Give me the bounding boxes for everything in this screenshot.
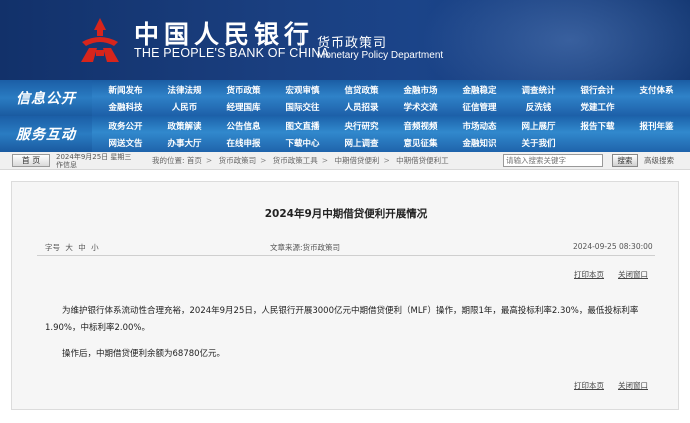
nav-item-financial-knowledge[interactable]: 金融知识: [450, 134, 509, 151]
search-button[interactable]: 搜索: [612, 154, 638, 167]
nav-item-payment[interactable]: 支付体系: [627, 81, 686, 98]
nav-item-party-building[interactable]: 党建工作: [568, 98, 627, 115]
nav-item-feedback[interactable]: 意见征集: [391, 134, 450, 151]
nav-info-disclosure: 信息公开 新闻发布 法律法规 货币政策 宏观审慎 信贷政策 金融市场 金融稳定 …: [0, 80, 690, 116]
nav-item-credit-reference[interactable]: 征信管理: [450, 98, 509, 115]
dept-name-cn: 货币政策司: [317, 36, 388, 51]
date-display: 2024年9月25日 星期三 作信息: [56, 153, 131, 169]
nav-item-international[interactable]: 国际交往: [273, 98, 332, 115]
date-line-2: 作信息: [56, 161, 77, 169]
breadcrumb-mlf[interactable]: 中期借贷便利: [334, 156, 379, 165]
nav-item-documents[interactable]: 网送文告: [96, 134, 155, 151]
advanced-search-link[interactable]: 高级搜索: [644, 155, 674, 166]
nav-title-service: 服务互动: [0, 116, 92, 152]
meta-divider: [37, 255, 655, 256]
nav-item-credit-policy[interactable]: 信贷政策: [332, 81, 391, 98]
search-input[interactable]: [503, 154, 603, 167]
breadcrumb-mlf-work[interactable]: 中期借贷便利工: [396, 156, 449, 165]
header-banner: 中国人民银行 THE PEOPLE'S BANK OF CHINA 货币政策司 …: [0, 0, 690, 80]
breadcrumb-tools[interactable]: 货币政策工具: [273, 156, 318, 165]
article-source: 文章来源:货币政策司: [270, 243, 341, 252]
nav-item-financial-stability[interactable]: 金融稳定: [450, 81, 509, 98]
nav-item-accounting[interactable]: 银行会计: [568, 81, 627, 98]
nav-title-info: 信息公开: [0, 80, 92, 116]
nav-item-policy-interpretation[interactable]: 政策解读: [155, 117, 214, 134]
nav-item-academic[interactable]: 学术交流: [391, 98, 450, 115]
nav-item-about-us[interactable]: 关于我们: [509, 134, 568, 151]
nav-item-rmb[interactable]: 人民币: [155, 98, 214, 115]
header-divider: [300, 32, 301, 58]
nav-item-live[interactable]: 图文直播: [273, 117, 332, 134]
nav-item-exhibition[interactable]: 网上展厅: [509, 117, 568, 134]
nav-service-grid: 政务公开 政策解读 公告信息 图文直播 央行研究 音频视频 市场动态 网上展厅 …: [96, 116, 690, 152]
nav-item-service-hall[interactable]: 办事大厅: [155, 134, 214, 151]
breadcrumb-bar: 首 页 2024年9月25日 星期三 作信息 我的位置: 首页 > 货币政策司 > …: [0, 152, 690, 170]
article-title: 2024年9月中期借贷便利开展情况: [264, 208, 428, 220]
article-actions-top: 打印本页 关闭窗口: [574, 269, 648, 280]
font-size-selector: 字号 大 中 小: [45, 242, 99, 253]
nav-item-research[interactable]: 央行研究: [332, 117, 391, 134]
nav-item-online-filing[interactable]: 在线申报: [214, 134, 273, 151]
print-link[interactable]: 打印本页: [574, 270, 604, 279]
article-meta: 字号 大 中 小 文章来源:货币政策司 2024-09-25 08:30:00: [12, 242, 680, 254]
nav-item-recruitment[interactable]: 人员招录: [332, 98, 391, 115]
article-timestamp: 2024-09-25 08:30:00: [573, 242, 653, 251]
nav-item-yearbook[interactable]: 报刊年鉴: [627, 117, 686, 134]
nav-item-announcements[interactable]: 公告信息: [214, 117, 273, 134]
breadcrumb-dept[interactable]: 货币政策司: [219, 156, 257, 165]
article-panel: 2024年9月中期借贷便利开展情况 字号 大 中 小 文章来源:货币政策司 20…: [11, 181, 679, 410]
nav-item-survey[interactable]: 网上调查: [332, 134, 391, 151]
location-label: 我的位置:: [152, 156, 185, 165]
breadcrumb: 我的位置: 首页 > 货币政策司 > 货币政策工具 > 中期借贷便利 > 中期借贷便利工: [152, 156, 449, 165]
nav-item-download-center[interactable]: 下载中心: [273, 134, 332, 151]
nav-item-aml[interactable]: 反洗钱: [509, 98, 568, 115]
nav-item-video[interactable]: 音频视频: [391, 117, 450, 134]
nav-info-grid: 新闻发布 法律法规 货币政策 宏观审慎 信贷政策 金融市场 金融稳定 调查统计 …: [96, 80, 690, 116]
nav-item-news[interactable]: 新闻发布: [96, 81, 155, 98]
nav-item-market-news[interactable]: 市场动态: [450, 117, 509, 134]
font-size-large[interactable]: 大: [65, 243, 73, 252]
home-button[interactable]: 首 页: [12, 154, 50, 167]
close-window-link[interactable]: 关闭窗口: [618, 381, 648, 390]
article-paragraph: 操作后，中期借贷便利余额为68780亿元。: [62, 349, 226, 359]
nav-item-monetary-policy[interactable]: 货币政策: [214, 81, 273, 98]
print-link[interactable]: 打印本页: [574, 381, 604, 390]
nav-service-interaction: 服务互动 政务公开 政策解读 公告信息 图文直播 央行研究 音频视频 市场动态 …: [0, 116, 690, 152]
nav-item-financial-market[interactable]: 金融市场: [391, 81, 450, 98]
close-window-link[interactable]: 关闭窗口: [618, 270, 648, 279]
nav-item-report-download[interactable]: 报告下载: [568, 117, 627, 134]
nav-item-government-affairs[interactable]: 政务公开: [96, 117, 155, 134]
article-actions-bottom: 打印本页 关闭窗口: [574, 380, 648, 391]
banner-glow: [420, 0, 690, 80]
date-line: 2024年9月25日 星期三: [56, 153, 132, 161]
font-size-label: 字号: [45, 243, 60, 252]
dept-name-en: Monetary Policy Department: [317, 50, 444, 61]
nav-item-treasury[interactable]: 经理国库: [214, 98, 273, 115]
article-body: 为维护银行体系流动性合理充裕，2024年9月25日，人民银行开展3000亿元中期…: [45, 303, 645, 363]
font-size-medium[interactable]: 中: [78, 243, 86, 252]
nav-item-laws[interactable]: 法律法规: [155, 81, 214, 98]
pboc-logo-icon: [81, 18, 119, 62]
article-paragraph: 为维护银行体系流动性合理充裕，2024年9月25日，人民银行开展3000亿元中期…: [45, 306, 639, 333]
breadcrumb-home[interactable]: 首页: [187, 156, 202, 165]
nav-item-fintech[interactable]: 金融科技: [96, 98, 155, 115]
font-size-small[interactable]: 小: [91, 243, 99, 252]
nav-item-macroprudential[interactable]: 宏观审慎: [273, 81, 332, 98]
nav-item-statistics[interactable]: 调查统计: [509, 81, 568, 98]
